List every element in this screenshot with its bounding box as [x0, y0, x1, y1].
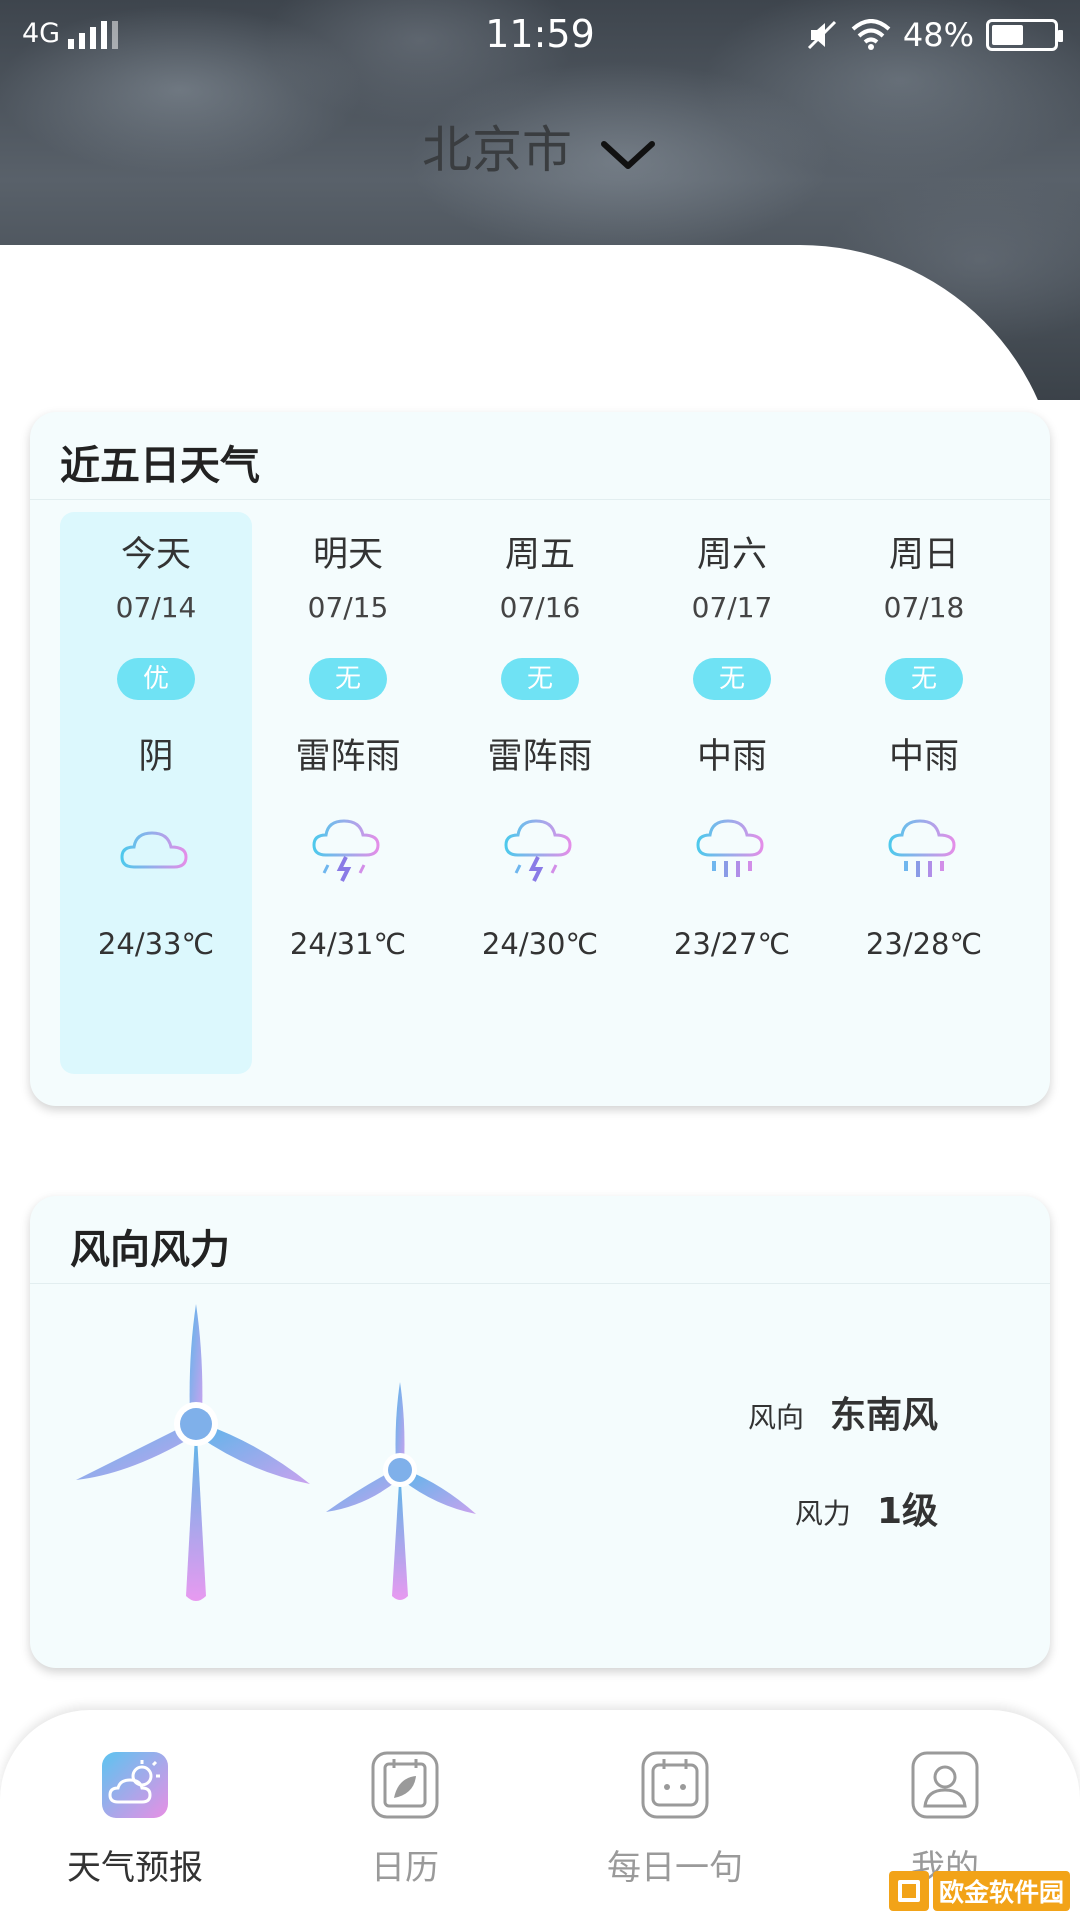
day-temperature: 23/27℃ — [673, 927, 791, 961]
day-temperature: 23/28℃ — [865, 927, 983, 961]
status-right: 48% — [805, 16, 1063, 54]
city-name: 北京市 — [422, 121, 573, 179]
sky-curve — [0, 245, 1060, 400]
aqi-badge: 优 — [117, 658, 195, 700]
wind-card: 风向风力 风向 东南风 风力 1级 — [30, 1196, 1050, 1668]
user-icon — [911, 1751, 979, 1819]
aqi-badge: 无 — [693, 658, 771, 700]
day-condition: 中雨 — [888, 737, 959, 777]
day-condition: 雷阵雨 — [295, 737, 401, 777]
day-condition: 中雨 — [696, 737, 767, 777]
tab-label: 每日一句 — [607, 1848, 743, 1888]
day-name: 明天 — [312, 535, 383, 575]
forecast-card: 近五日天气 今天 07/14 优 阴 24/33℃ 明天 07/15 无 雷阵雨 — [30, 412, 1050, 1106]
app-screen: 4G 11:59 48% 北京市 近五日天气 今天 07/14 优 阴 24/3… — [0, 0, 1080, 1920]
tab-calendar[interactable]: 日历 — [305, 1750, 505, 1889]
battery-percent: 48% — [902, 16, 974, 54]
forecast-day[interactable]: 明天 07/15 无 雷阵雨 24/31℃ — [252, 512, 444, 1074]
day-date: 07/15 — [307, 591, 389, 624]
forecast-days: 今天 07/14 优 阴 24/33℃ 明天 07/15 无 雷阵雨 24/31… — [30, 500, 1050, 1100]
battery-icon — [986, 19, 1063, 51]
aqi-badge: 无 — [309, 658, 387, 700]
wind-direction-value: 东南风 — [829, 1395, 938, 1436]
watermark-logo-icon — [888, 1871, 929, 1911]
tab-label: 天气预报 — [67, 1848, 203, 1888]
forecast-day[interactable]: 周六 07/17 无 中雨 23/27℃ — [636, 512, 828, 1074]
tab-daily-quote[interactable]: 每日一句 — [575, 1750, 775, 1889]
day-temperature: 24/30℃ — [481, 927, 599, 961]
wifi-icon — [851, 19, 891, 50]
forecast-day[interactable]: 周日 07/18 无 中雨 23/28℃ — [828, 512, 1020, 1074]
day-name: 周五 — [504, 535, 575, 575]
status-bar: 4G 11:59 48% — [0, 0, 1080, 70]
wind-direction-label: 风向 — [747, 1401, 804, 1434]
wind-turbine-icon — [76, 1304, 476, 1601]
rain-icon — [696, 819, 764, 877]
tab-label: 日历 — [371, 1848, 439, 1888]
day-condition: 雷阵雨 — [487, 737, 593, 777]
aqi-badge: 无 — [885, 658, 963, 700]
wind-force-label: 风力 — [794, 1497, 851, 1530]
wind-title: 风向风力 — [30, 1196, 1050, 1284]
cloudy-icon — [120, 831, 188, 869]
day-date: 07/17 — [691, 591, 773, 624]
mute-icon — [807, 20, 836, 50]
day-temperature: 24/31℃ — [289, 927, 407, 961]
calendar-icon — [641, 1751, 709, 1819]
calendar-leaf-icon — [371, 1751, 439, 1819]
city-selector[interactable]: 北京市 — [0, 110, 1080, 182]
day-temperature: 24/33℃ — [97, 927, 215, 961]
watermark: 欧金软件园 — [888, 1868, 1070, 1914]
chevron-down-icon — [600, 140, 655, 169]
rain-icon — [888, 819, 956, 877]
wind-direction-row: 风向 东南风 — [748, 1386, 938, 1438]
day-date: 07/18 — [883, 591, 965, 624]
day-name: 周日 — [888, 535, 959, 575]
day-date: 07/14 — [115, 591, 197, 624]
forecast-title: 近五日天气 — [30, 412, 1050, 500]
thunderstorm-icon — [504, 819, 572, 882]
aqi-badge: 无 — [501, 658, 579, 700]
forecast-day[interactable]: 周五 07/16 无 雷阵雨 24/30℃ — [444, 512, 636, 1074]
day-date: 07/16 — [499, 591, 581, 624]
wind-force-value: 1级 — [876, 1491, 938, 1532]
forecast-day[interactable]: 今天 07/14 优 阴 24/33℃ — [60, 512, 252, 1074]
tab-weather-forecast[interactable]: 天气预报 — [35, 1750, 235, 1889]
day-name: 周六 — [696, 535, 767, 575]
watermark-text: 欧金软件园 — [932, 1871, 1070, 1911]
thunderstorm-icon — [312, 819, 380, 882]
wind-force-row: 风力 1级 — [795, 1482, 938, 1534]
day-name: 今天 — [120, 535, 191, 575]
day-condition: 阴 — [138, 737, 174, 777]
weather-forecast-icon — [102, 1752, 168, 1818]
